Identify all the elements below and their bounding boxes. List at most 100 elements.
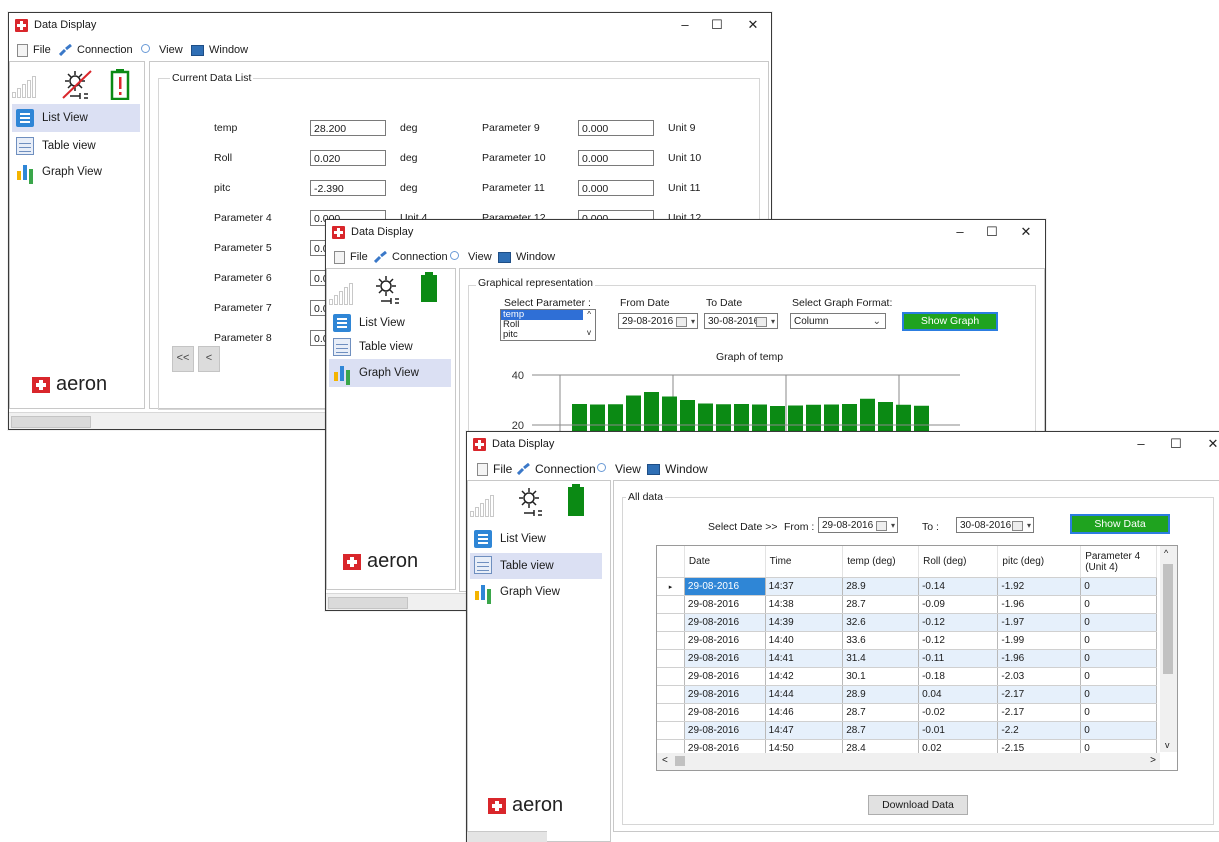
table-cell[interactable]: 14:42 bbox=[765, 667, 844, 686]
row-header[interactable] bbox=[657, 667, 685, 686]
menu-connection[interactable]: Connection bbox=[374, 249, 448, 265]
scroll-thumb[interactable] bbox=[328, 597, 408, 609]
table-cell[interactable]: 31.4 bbox=[842, 649, 920, 668]
table-row[interactable]: 29-08-2016 14:38 28.7 -0.09 -1.96 0 bbox=[657, 595, 1157, 614]
table-cell[interactable]: 0 bbox=[1080, 685, 1157, 704]
scroll-up-arrow[interactable]: ^ bbox=[1164, 548, 1168, 558]
to-date-picker[interactable]: 30-08-2016 ▾ bbox=[704, 313, 778, 329]
table-cell[interactable]: 14:39 bbox=[765, 613, 844, 632]
table-cell[interactable]: -0.02 bbox=[918, 703, 999, 722]
table-cell[interactable]: 29-08-2016 bbox=[684, 703, 766, 722]
table-row[interactable]: 29-08-2016 14:41 31.4 -0.11 -1.96 0 bbox=[657, 649, 1157, 668]
show-data-button[interactable]: Show Data bbox=[1070, 514, 1170, 534]
column-header[interactable]: Date bbox=[684, 546, 766, 578]
table-cell[interactable]: -1.96 bbox=[997, 595, 1082, 614]
table-cell[interactable]: 29-08-2016 bbox=[684, 721, 766, 740]
minimize-button[interactable]: – bbox=[673, 16, 697, 34]
row-header[interactable] bbox=[657, 721, 685, 740]
table-cell[interactable]: 14:46 bbox=[765, 703, 844, 722]
nav-table-view[interactable]: Table view bbox=[329, 335, 451, 359]
table-cell[interactable]: -1.99 bbox=[997, 631, 1082, 650]
title-bar[interactable]: Data Display – ☐ ✕ bbox=[467, 432, 1219, 458]
title-bar[interactable]: Data Display – ☐ ✕ bbox=[9, 13, 771, 39]
grid-horizontal-scrollbar[interactable]: < > bbox=[657, 753, 1160, 770]
nav-list-view[interactable]: List View bbox=[329, 311, 451, 335]
parameter-value-field[interactable]: 0.000 bbox=[578, 150, 654, 166]
row-header[interactable] bbox=[657, 649, 685, 668]
vertical-scroll-thumb[interactable] bbox=[1163, 564, 1173, 674]
table-cell[interactable]: 29-08-2016 bbox=[684, 595, 766, 614]
minimize-button[interactable]: – bbox=[948, 223, 972, 241]
previous-page-button[interactable]: < bbox=[198, 346, 220, 372]
row-header[interactable] bbox=[657, 613, 685, 632]
row-header[interactable] bbox=[657, 685, 685, 704]
table-cell[interactable]: -0.14 bbox=[918, 577, 999, 596]
nav-table-view[interactable]: Table view bbox=[12, 134, 140, 158]
table-cell[interactable]: 14:40 bbox=[765, 631, 844, 650]
table-cell[interactable]: 0 bbox=[1080, 703, 1157, 722]
maximize-button[interactable]: ☐ bbox=[705, 16, 729, 34]
bar-14:40[interactable] bbox=[626, 395, 641, 436]
table-cell[interactable]: 33.6 bbox=[842, 631, 920, 650]
table-cell[interactable]: 0 bbox=[1080, 595, 1157, 614]
table-cell[interactable]: 14:38 bbox=[765, 595, 844, 614]
table-cell[interactable]: -0.09 bbox=[918, 595, 999, 614]
maximize-button[interactable]: ☐ bbox=[1164, 435, 1188, 453]
row-header[interactable] bbox=[657, 703, 685, 722]
menu-connection[interactable]: Connection bbox=[59, 42, 133, 58]
table-cell[interactable]: -0.18 bbox=[918, 667, 999, 686]
table-cell[interactable]: -0.01 bbox=[918, 721, 999, 740]
menu-file[interactable]: File bbox=[332, 249, 368, 265]
table-cell[interactable]: 29-08-2016 bbox=[684, 685, 766, 704]
table-cell[interactable]: 29-08-2016 bbox=[684, 649, 766, 668]
table-cell[interactable]: 28.7 bbox=[842, 703, 920, 722]
close-button[interactable]: ✕ bbox=[741, 16, 765, 34]
title-bar[interactable]: Data Display – ☐ ✕ bbox=[326, 220, 1045, 246]
first-page-button[interactable]: << bbox=[172, 346, 194, 372]
table-cell[interactable]: 29-08-2016 bbox=[684, 613, 766, 632]
data-table[interactable]: Date Time temp (deg) Roll (deg) pitc (deg) Pa… bbox=[657, 546, 1157, 770]
table-cell[interactable]: 0 bbox=[1080, 721, 1157, 740]
show-graph-button[interactable]: Show Graph bbox=[902, 312, 998, 331]
table-row[interactable]: 29-08-2016 14:46 28.7 -0.02 -2.17 0 bbox=[657, 703, 1157, 722]
from-date-picker[interactable]: 29-08-2016 ▾ bbox=[818, 517, 898, 533]
table-cell[interactable]: 14:44 bbox=[765, 685, 844, 704]
table-cell[interactable]: -1.92 bbox=[997, 577, 1082, 596]
table-row[interactable]: 29-08-2016 14:42 30.1 -0.18 -2.03 0 bbox=[657, 667, 1157, 686]
bar-14:41[interactable] bbox=[644, 392, 659, 435]
table-cell[interactable]: 28.7 bbox=[842, 721, 920, 740]
from-date-picker[interactable]: 29-08-2016 ▾ bbox=[618, 313, 698, 329]
table-cell[interactable]: 28.9 bbox=[842, 577, 920, 596]
to-date-picker[interactable]: 30-08-2016 ▾ bbox=[956, 517, 1034, 533]
column-header[interactable]: Roll (deg) bbox=[918, 546, 999, 578]
table-cell[interactable]: 0 bbox=[1080, 613, 1157, 632]
column-header[interactable]: temp (deg) bbox=[842, 546, 920, 578]
menu-window[interactable]: Window bbox=[647, 461, 708, 477]
parameter-value-field[interactable]: 28.200 bbox=[310, 120, 386, 136]
minimize-button[interactable]: – bbox=[1129, 435, 1153, 453]
nav-graph-view[interactable]: Graph View bbox=[12, 160, 140, 184]
scroll-right-arrow[interactable]: > bbox=[1150, 755, 1156, 766]
table-cell[interactable]: 0 bbox=[1080, 577, 1157, 596]
menu-view[interactable]: View bbox=[141, 42, 183, 58]
data-grid[interactable]: Date Time temp (deg) Roll (deg) pitc (deg) Pa… bbox=[656, 545, 1178, 771]
listbox-scroll-up[interactable]: ^ bbox=[587, 310, 591, 320]
row-header[interactable] bbox=[657, 595, 685, 614]
table-cell[interactable]: -2.17 bbox=[997, 685, 1082, 704]
column-header[interactable]: pitc (deg) bbox=[997, 546, 1082, 578]
close-button[interactable]: ✕ bbox=[1201, 435, 1219, 453]
row-header[interactable]: ▸ bbox=[657, 577, 685, 596]
scroll-thumb[interactable] bbox=[11, 416, 91, 428]
parameter-option[interactable]: pitc bbox=[501, 330, 583, 340]
table-cell[interactable]: -1.96 bbox=[997, 649, 1082, 668]
menu-file[interactable]: File bbox=[475, 461, 512, 477]
close-button[interactable]: ✕ bbox=[1014, 223, 1038, 241]
table-cell[interactable]: 28.9 bbox=[842, 685, 920, 704]
menu-file[interactable]: File bbox=[15, 42, 51, 58]
menu-connection[interactable]: Connection bbox=[517, 461, 596, 477]
parameter-value-field[interactable]: 0.000 bbox=[578, 180, 654, 196]
column-header[interactable]: Parameter 4 (Unit 4) bbox=[1080, 546, 1157, 578]
bar-14:44[interactable] bbox=[680, 400, 695, 435]
nav-table-view[interactable]: Table view bbox=[470, 553, 602, 579]
nav-list-view[interactable]: List View bbox=[12, 104, 140, 132]
